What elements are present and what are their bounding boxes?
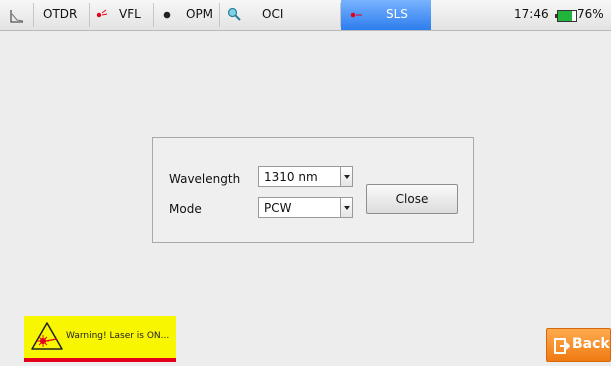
chevron-down-icon[interactable] (340, 167, 352, 186)
top-tab-bar: OTDR VFL OPM OCI SLS 17:46 76% (0, 0, 611, 31)
mode-select[interactable]: PCW (258, 197, 353, 218)
exit-icon (554, 338, 570, 354)
oci-magnifier-icon (227, 7, 241, 21)
laser-warning-icon (31, 322, 63, 350)
mode-value: PCW (264, 201, 292, 215)
status-clock: 17:46 (514, 7, 549, 21)
wavelength-value: 1310 nm (264, 170, 318, 184)
vfl-laser-icon (96, 9, 108, 18)
tab-otdr-label: OTDR (43, 7, 78, 21)
battery-icon (555, 10, 577, 22)
sls-laser-icon (350, 12, 362, 18)
tab-oci-label: OCI (262, 7, 284, 21)
tab-vfl-label: VFL (119, 7, 141, 21)
battery-terminal (555, 14, 557, 18)
battery-percent: 76% (577, 7, 604, 21)
tab-sls-label: SLS (386, 7, 408, 21)
laser-warning-banner: Warning! Laser is ON... (24, 316, 176, 362)
home-tab[interactable] (0, 0, 33, 30)
warning-text: Warning! Laser is ON... (66, 331, 170, 341)
chevron-down-icon[interactable] (340, 198, 352, 217)
battery-fill (558, 11, 572, 21)
back-button[interactable]: Back (546, 328, 611, 362)
close-button[interactable]: Close (366, 184, 458, 214)
tab-sls[interactable]: SLS (341, 0, 431, 30)
tab-opm[interactable]: OPM (154, 0, 219, 30)
tab-opm-label: OPM (186, 7, 214, 21)
tab-otdr[interactable]: OTDR (34, 0, 89, 30)
opm-dot-icon (163, 11, 171, 19)
home-trace-icon (10, 10, 24, 23)
back-label: Back (572, 336, 610, 352)
wavelength-label: Wavelength (169, 172, 241, 186)
mode-label: Mode (169, 202, 202, 216)
tab-vfl[interactable]: VFL (90, 0, 153, 30)
wavelength-select[interactable]: 1310 nm (258, 166, 353, 187)
tab-oci[interactable]: OCI (220, 0, 340, 30)
